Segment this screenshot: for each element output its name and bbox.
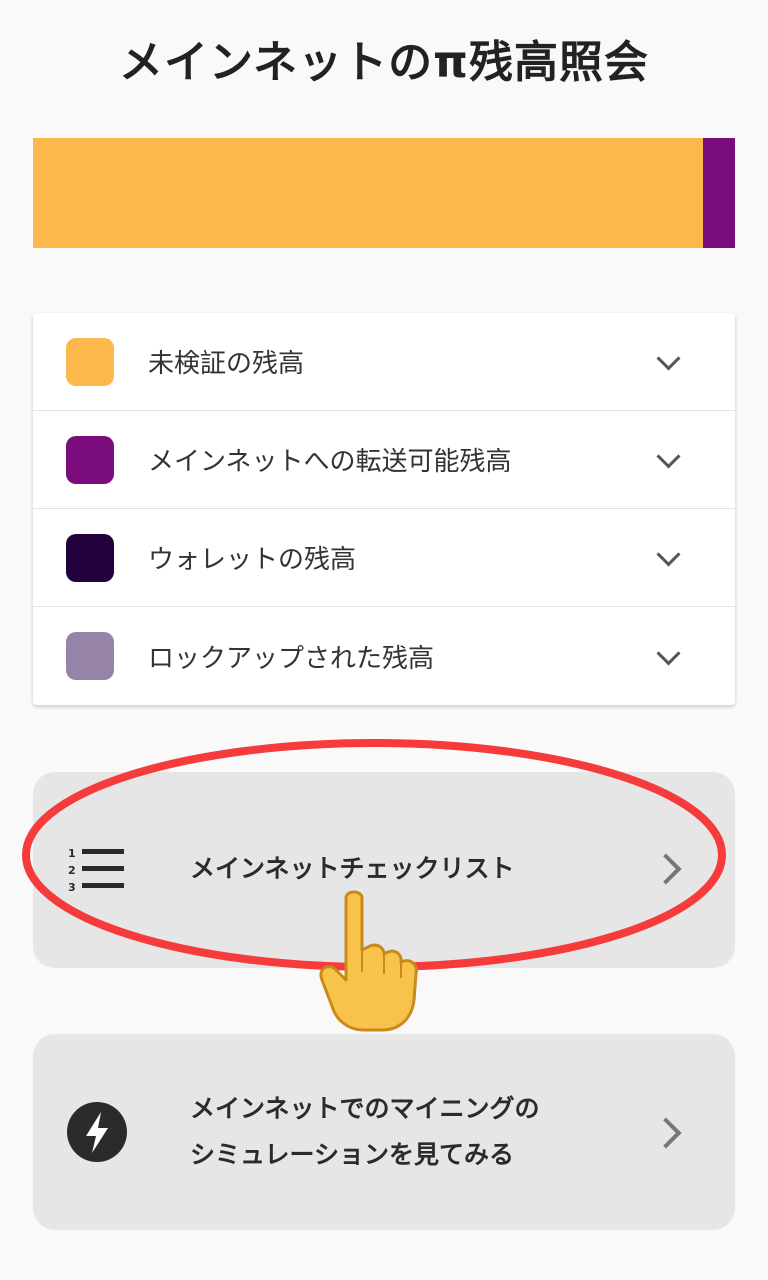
numbered-list-icon: 1 2 3 xyxy=(68,847,124,894)
balance-segment-unverified xyxy=(33,138,704,248)
chevron-down-icon[interactable] xyxy=(656,640,681,666)
simulation-label-line1: メインネットでのマイニングの xyxy=(190,1094,540,1123)
chevron-down-icon[interactable] xyxy=(656,542,681,567)
svg-text:1: 1 xyxy=(68,847,76,860)
simulation-label-line2: シミュレーションを見てみる xyxy=(190,1140,515,1169)
legend-swatch xyxy=(66,435,114,484)
chevron-right-icon xyxy=(650,1117,682,1149)
mining-simulation-button[interactable]: メインネットでのマイニングの シミュレーションを見てみる xyxy=(33,1034,735,1230)
legend-item-wallet[interactable]: ウォレットの残高 xyxy=(33,509,735,607)
svg-text:3: 3 xyxy=(68,881,76,894)
legend-item-lockup[interactable]: ロックアップされた残高 xyxy=(33,607,735,705)
balance-bar xyxy=(33,138,735,248)
legend-item-label: ロックアップされた残高 xyxy=(148,643,435,674)
checklist-label: メインネットチェックリスト xyxy=(190,854,515,883)
legend-swatch xyxy=(66,337,114,386)
mainnet-checklist-button[interactable]: 1 2 3 メインネットチェックリスト xyxy=(33,772,735,968)
legend-item-label: ウォレットの残高 xyxy=(148,545,357,575)
balance-legend: 未検証の残高 メインネットへの転送可能残高 ウォレットの残高 ロックアップされた… xyxy=(33,313,735,705)
chevron-down-icon[interactable] xyxy=(656,444,681,469)
lightning-bolt-icon xyxy=(67,1102,127,1162)
chevron-right-icon xyxy=(650,853,682,885)
legend-swatch xyxy=(66,632,114,680)
legend-item-unverified[interactable]: 未検証の残高 xyxy=(33,313,735,411)
balance-segment-transferable xyxy=(703,138,735,248)
legend-item-label: 未検証の残高 xyxy=(148,349,305,379)
chevron-down-icon[interactable] xyxy=(656,346,681,371)
page-title: メインネットのπ残高照会 xyxy=(119,37,649,88)
svg-text:2: 2 xyxy=(68,864,76,877)
simulation-label: メインネットでのマイニングの シミュレーションを見てみる xyxy=(190,1086,540,1178)
legend-item-transferable[interactable]: メインネットへの転送可能残高 xyxy=(33,411,735,509)
legend-swatch xyxy=(66,533,114,582)
legend-item-label: メインネットへの転送可能残高 xyxy=(148,447,512,477)
